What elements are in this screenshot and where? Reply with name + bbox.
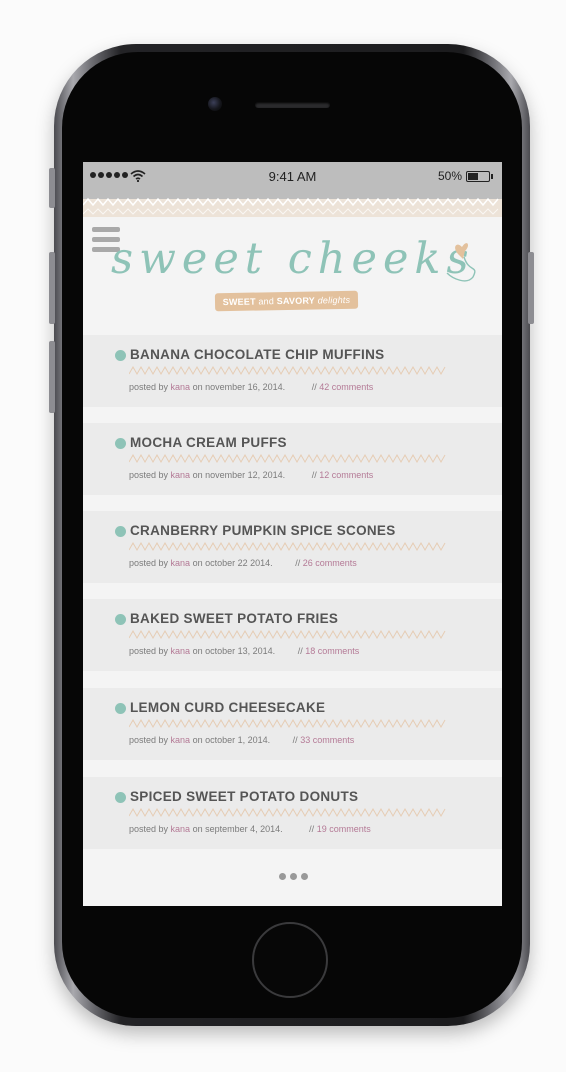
post-comments-link[interactable]: 42 comments [319,382,373,392]
post-item[interactable]: BANANA CHOCOLATE CHIP MUFFINS posted by … [83,335,502,407]
post-item[interactable]: BAKED SWEET POTATO FRIES posted by kana … [83,599,502,671]
post-author-link[interactable]: kana [171,558,191,568]
load-more-ellipsis-icon[interactable] [279,873,308,880]
bullet-dot-icon [115,614,126,625]
logo-text: sweet cheeks [111,234,475,284]
post-comments-link[interactable]: 26 comments [303,558,357,568]
post-title[interactable]: SPICED SWEET POTATO DONUTS [130,789,358,804]
post-item[interactable]: CRANBERRY PUMPKIN SPICE SCONES posted by… [83,511,502,583]
post-divider-zigzag [129,542,446,551]
post-author-link[interactable]: kana [171,824,191,834]
post-author-link[interactable]: kana [171,646,191,656]
post-author-link[interactable]: kana [171,382,191,392]
post-title[interactable]: BAKED SWEET POTATO FRIES [130,611,338,626]
site-tagline: SWEET and SAVORY delights [214,290,359,312]
battery-icon [466,171,490,182]
volume-up-button [49,252,55,324]
site-logo[interactable]: sweet cheeks [107,229,479,289]
post-divider-zigzag [129,808,446,817]
post-item[interactable]: SPICED SWEET POTATO DONUTS posted by kan… [83,777,502,849]
post-title[interactable]: CRANBERRY PUMPKIN SPICE SCONES [130,523,396,538]
bullet-dot-icon [115,350,126,361]
bullet-dot-icon [115,526,126,537]
post-author-link[interactable]: kana [171,470,191,480]
volume-down-button [49,341,55,413]
post-title[interactable]: MOCHA CREAM PUFFS [130,435,287,450]
decorative-zigzag-band [83,191,502,217]
bullet-dot-icon [115,703,126,714]
front-camera [208,97,222,111]
site-header: sweet cheeks SWEET and SAVORY delights [83,217,502,335]
battery-tip [491,174,493,179]
post-item[interactable]: MOCHA CREAM PUFFS posted by kana on nove… [83,423,502,495]
bullet-dot-icon [115,438,126,449]
post-divider-zigzag [129,454,446,463]
post-comments-link[interactable]: 18 comments [305,646,359,656]
post-meta: posted by kana on september 4, 2014. // … [129,824,371,834]
post-meta: posted by kana on october 22 2014. // 26… [129,558,357,568]
post-comments-link[interactable]: 33 comments [300,735,354,745]
status-bar: 9:41 AM 50% [83,162,502,191]
post-item[interactable]: LEMON CURD CHEESECAKE posted by kana on … [83,688,502,760]
app-screen: 9:41 AM 50% sweet cheeks SWEET and SAVOR… [83,162,502,906]
post-divider-zigzag [129,630,446,639]
post-divider-zigzag [129,366,446,375]
post-comments-link[interactable]: 12 comments [319,470,373,480]
post-meta: posted by kana on october 13, 2014. // 1… [129,646,360,656]
battery-percent: 50% [438,169,463,183]
power-button [528,252,534,324]
post-meta: posted by kana on october 1, 2014. // 33… [129,735,355,745]
post-divider-zigzag [129,719,446,728]
post-title[interactable]: LEMON CURD CHEESECAKE [130,700,325,715]
home-button[interactable] [252,922,328,998]
post-author-link[interactable]: kana [171,735,191,745]
mute-switch [49,168,55,208]
post-meta: posted by kana on november 12, 2014. // … [129,470,374,480]
post-meta: posted by kana on november 16, 2014. // … [129,382,374,392]
post-comments-link[interactable]: 19 comments [317,824,371,834]
post-title[interactable]: BANANA CHOCOLATE CHIP MUFFINS [130,347,384,362]
earpiece-speaker [255,102,330,108]
bullet-dot-icon [115,792,126,803]
